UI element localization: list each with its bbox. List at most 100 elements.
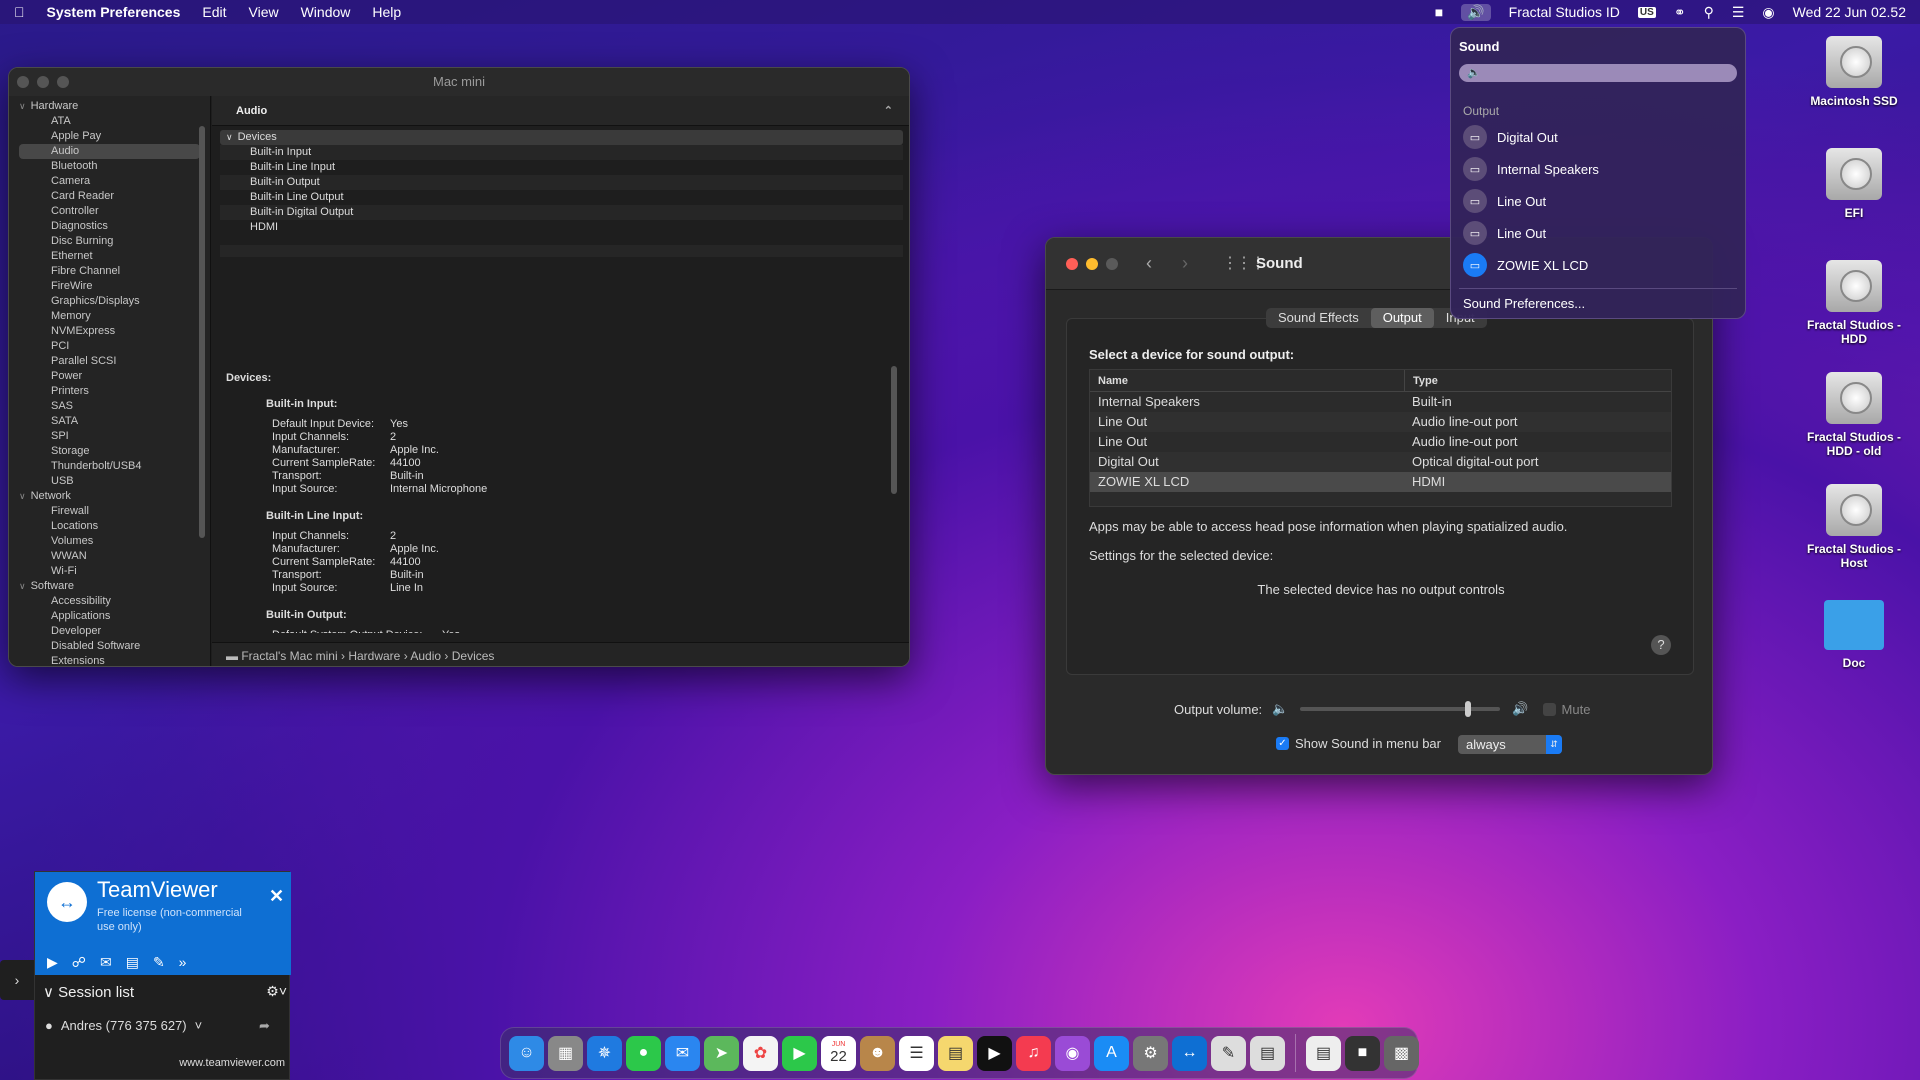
notes-icon[interactable]: ▤: [938, 1035, 973, 1071]
show-in-menubar-checkbox[interactable]: ✓: [1276, 737, 1289, 750]
mail-icon[interactable]: ✉: [665, 1035, 700, 1071]
pointer-icon[interactable]: ➦: [259, 1018, 270, 1034]
table-row[interactable]: ZOWIE XL LCD HDMI: [1090, 472, 1671, 492]
podcasts-icon[interactable]: ◉: [1055, 1035, 1090, 1071]
apple-icon[interactable]: : [14, 4, 25, 20]
more-icon[interactable]: »: [179, 954, 187, 971]
activity-monitor-icon[interactable]: ■: [1435, 4, 1443, 20]
sidebar-item[interactable]: Audio: [19, 144, 200, 159]
zoom-button[interactable]: [1106, 258, 1118, 270]
close-button[interactable]: [1066, 258, 1078, 270]
maps-icon[interactable]: ➤: [704, 1035, 739, 1071]
sidebar-item[interactable]: Diagnostics: [9, 219, 210, 234]
sidebar-item[interactable]: FireWire: [9, 279, 210, 294]
facetime-icon[interactable]: ▶: [782, 1035, 817, 1071]
sidebar-item[interactable]: Applications: [9, 609, 210, 624]
volume-menu-icon[interactable]: 🔊: [1461, 3, 1491, 21]
system-information-icon[interactable]: ▤: [1250, 1035, 1285, 1071]
show-sound-select[interactable]: always ⇵: [1458, 735, 1562, 754]
sound-menu-device[interactable]: ▭ Line Out: [1463, 188, 1546, 214]
input-source-badge[interactable]: US: [1637, 6, 1656, 18]
menu-window[interactable]: Window: [301, 4, 351, 20]
breadcrumb-item[interactable]: Devices: [452, 649, 495, 663]
tab-sound-effects[interactable]: Sound Effects: [1266, 308, 1371, 328]
music-icon[interactable]: ♫: [1016, 1035, 1051, 1071]
tab-output[interactable]: Output: [1370, 308, 1434, 328]
launchpad-icon[interactable]: ▦: [548, 1035, 583, 1071]
sidebar-item[interactable]: Card Reader: [9, 189, 210, 204]
back-button[interactable]: ‹: [1146, 253, 1152, 274]
desktop-folder-doc[interactable]: Doc: [1794, 600, 1914, 670]
sidebar-item[interactable]: WWAN: [9, 549, 210, 564]
sidebar-item[interactable]: Camera: [9, 174, 210, 189]
tree-item[interactable]: Built-in Input: [220, 145, 903, 160]
system-preferences-icon[interactable]: ⚙: [1133, 1035, 1168, 1071]
sidebar-group-network[interactable]: Network: [9, 489, 210, 504]
teamviewer-url[interactable]: www.teamviewer.com: [179, 1057, 285, 1069]
tools-icon[interactable]: ✎: [153, 954, 165, 971]
sidebar-item[interactable]: Developer: [9, 624, 210, 639]
control-center-icon[interactable]: ☰: [1732, 4, 1745, 21]
sidebar-item[interactable]: Wi-Fi: [9, 564, 210, 579]
column-type[interactable]: Type: [1404, 370, 1638, 391]
apple-tv-icon[interactable]: ▶: [977, 1035, 1012, 1071]
account-menu[interactable]: Fractal Studios ID: [1509, 4, 1620, 20]
sidebar-item[interactable]: Volumes: [9, 534, 210, 549]
sidebar-item[interactable]: SAS: [9, 399, 210, 414]
sidebar-item[interactable]: Memory: [9, 309, 210, 324]
sound-menu-device[interactable]: ▭ Line Out: [1463, 220, 1546, 246]
sidebar-item[interactable]: NVMExpress: [9, 324, 210, 339]
breadcrumb-item[interactable]: Audio: [410, 649, 441, 663]
sidebar-item[interactable]: Power: [9, 369, 210, 384]
app-store-icon[interactable]: A: [1094, 1035, 1129, 1071]
chat-icon[interactable]: ✉: [100, 954, 112, 971]
document-icon[interactable]: ▤: [1306, 1035, 1341, 1071]
sidebar-item[interactable]: Apple Pay: [9, 129, 210, 144]
sidebar-item[interactable]: PCI: [9, 339, 210, 354]
desktop-disk-hdd-old[interactable]: Fractal Studios - HDD - old: [1794, 372, 1914, 458]
siri-icon[interactable]: ◉: [1762, 4, 1774, 21]
minimize-button[interactable]: [37, 76, 49, 88]
tree-item[interactable]: HDMI: [220, 220, 903, 235]
script-editor-icon[interactable]: ✎: [1211, 1035, 1246, 1071]
gear-icon[interactable]: ⚙˅: [266, 983, 287, 1000]
breadcrumb-item[interactable]: Fractal's Mac mini: [241, 649, 337, 663]
contacts-icon[interactable]: ☻: [860, 1035, 895, 1071]
sidebar-item[interactable]: Ethernet: [9, 249, 210, 264]
sound-preferences-item[interactable]: Sound Preferences...: [1463, 296, 1585, 311]
sidebar-item[interactable]: Disc Burning: [9, 234, 210, 249]
table-row[interactable]: Digital Out Optical digital-out port: [1090, 452, 1671, 472]
column-name[interactable]: Name: [1090, 370, 1404, 391]
tree-item[interactable]: Built-in Digital Output: [220, 205, 903, 220]
headset-icon[interactable]: ☍: [72, 954, 86, 971]
calendar-icon[interactable]: JUN 22: [821, 1035, 856, 1071]
close-button[interactable]: [17, 76, 29, 88]
tree-item[interactable]: Built-in Output: [220, 175, 903, 190]
teamviewer-dock-icon[interactable]: ↔: [1172, 1035, 1207, 1071]
sidebar-item[interactable]: Graphics/Displays: [9, 294, 210, 309]
messages-icon[interactable]: ●: [626, 1035, 661, 1071]
desktop-disk-macintosh-ssd[interactable]: Macintosh SSD: [1794, 36, 1914, 108]
sound-menu-device[interactable]: ▭ ZOWIE XL LCD: [1463, 252, 1588, 278]
minimize-button[interactable]: [1086, 258, 1098, 270]
sidebar-item[interactable]: Printers: [9, 384, 210, 399]
table-row[interactable]: Internal Speakers Built-in: [1090, 392, 1671, 412]
zoom-button[interactable]: [57, 76, 69, 88]
sidebar-item[interactable]: Fibre Channel: [9, 264, 210, 279]
session-user[interactable]: ● Andres (776 375 627) ˅: [45, 1018, 202, 1033]
table-row[interactable]: Line Out Audio line-out port: [1090, 432, 1671, 452]
volume-slider[interactable]: [1300, 701, 1501, 717]
desktop-disk-hdd[interactable]: Fractal Studios - HDD: [1794, 260, 1914, 346]
sidebar-item[interactable]: Disabled Software: [9, 639, 210, 654]
tree-item[interactable]: Built-in Line Output: [220, 190, 903, 205]
sidebar-item[interactable]: Bluetooth: [9, 159, 210, 174]
chevron-up-icon[interactable]: ⌃: [884, 96, 893, 126]
photos-icon[interactable]: ✿: [743, 1035, 778, 1071]
sidebar-item[interactable]: Storage: [9, 444, 210, 459]
sound-menu-device[interactable]: ▭ Internal Speakers: [1463, 156, 1599, 182]
reminders-icon[interactable]: ☰: [899, 1035, 934, 1071]
menu-view[interactable]: View: [249, 4, 279, 20]
sidebar-item[interactable]: SPI: [9, 429, 210, 444]
finder-icon[interactable]: ☺: [509, 1035, 544, 1071]
tree-root[interactable]: Devices: [220, 130, 903, 145]
